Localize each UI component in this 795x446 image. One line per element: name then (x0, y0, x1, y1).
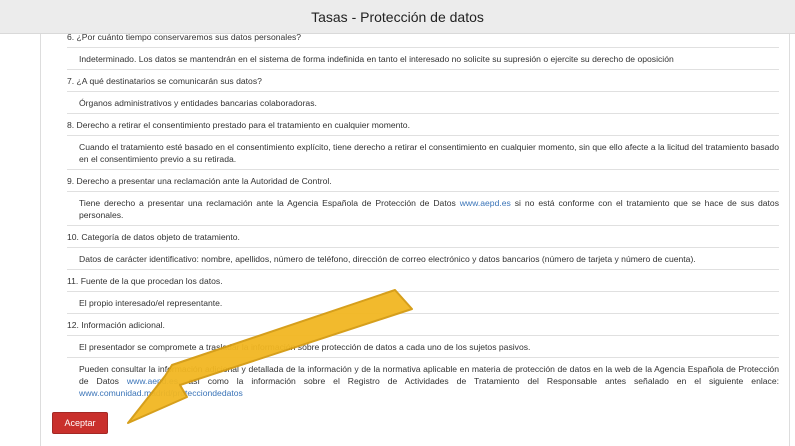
answer-9: Tiene derecho a presentar una reclamació… (67, 197, 779, 221)
accept-button[interactable]: Aceptar (52, 412, 108, 434)
answer-10: Datos de carácter identificativo: nombre… (79, 254, 696, 264)
question-6: 6. ¿Por cuánto tiempo conservaremos sus … (67, 34, 302, 42)
answer-8: Cuando el tratamiento esté basado en el … (79, 142, 779, 164)
aepd-link[interactable]: www.aepd.es (460, 198, 511, 208)
answer-11: El propio interesado/el representante. (79, 298, 223, 308)
divider (67, 135, 779, 136)
divider (67, 225, 779, 226)
divider (67, 169, 779, 170)
divider (67, 269, 779, 270)
privacy-content: 6. ¿Por cuánto tiempo conservaremos sus … (67, 34, 779, 399)
question-9: 9. Derecho a presentar una reclamación a… (67, 176, 332, 186)
divider (67, 91, 779, 92)
question-8: 8. Derecho a retirar el consentimiento p… (67, 120, 410, 130)
answer-12-extra: Pueden consultar la información adiciona… (67, 363, 779, 399)
divider (67, 291, 779, 292)
aepd-link-2[interactable]: www.aepd.es (127, 376, 178, 386)
answer-9-text: Tiene derecho a presentar una reclamació… (79, 198, 460, 208)
answer-6: Indeterminado. Los datos se mantendrán e… (79, 54, 674, 64)
question-12: 12. Información adicional. (67, 320, 165, 330)
question-11: 11. Fuente de la que procedan los datos. (67, 276, 223, 286)
divider (67, 357, 779, 358)
divider (67, 335, 779, 336)
divider (67, 247, 779, 248)
comunidad-madrid-link[interactable]: www.comunidad.madrid/protecciondedatos (79, 388, 243, 398)
divider (67, 191, 779, 192)
divider (67, 313, 779, 314)
question-7: 7. ¿A qué destinatarios se comunicarán s… (67, 76, 262, 86)
window-title-bar: Tasas - Protección de datos (0, 0, 795, 34)
answer-7: Órganos administrativos y entidades banc… (79, 98, 317, 108)
divider (67, 69, 779, 70)
answer-12: El presentador se compromete a trasladar… (79, 342, 531, 352)
privacy-modal: 6. ¿Por cuánto tiempo conservaremos sus … (40, 34, 790, 446)
divider (67, 47, 779, 48)
divider (67, 113, 779, 114)
window-title: Tasas - Protección de datos (311, 8, 484, 25)
question-10: 10. Categoría de datos objeto de tratami… (67, 232, 240, 242)
answer-12-extra-mid: , así como la información sobre el Regis… (178, 376, 779, 386)
